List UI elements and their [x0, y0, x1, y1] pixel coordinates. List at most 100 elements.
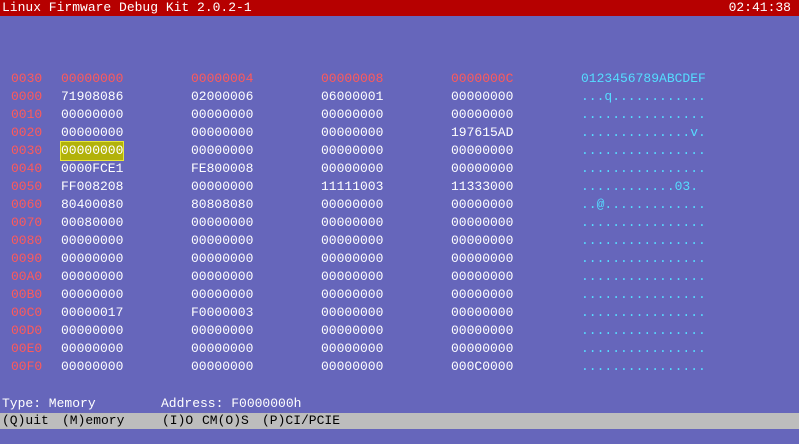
menu-io[interactable]: (I)O [162, 413, 193, 429]
memory-cell[interactable]: 00000000 [451, 196, 513, 214]
memory-cell[interactable]: 00000000 [61, 250, 123, 268]
memory-cell[interactable]: 197615AD [451, 124, 513, 142]
memory-cell[interactable]: 00000000 [451, 250, 513, 268]
memory-cell[interactable]: 02000006 [191, 88, 253, 106]
memory-cell[interactable]: 00000000 [321, 340, 383, 358]
memory-cell[interactable]: 00000000 [451, 268, 513, 286]
memory-cell[interactable]: 06000001 [321, 88, 383, 106]
type-label: Type: Memory [2, 396, 96, 411]
memory-cell[interactable]: 00000000 [191, 358, 253, 376]
menu-memory[interactable]: (M)emory [62, 413, 124, 429]
status-line: Type: Memory Address: F0000000h [0, 396, 301, 412]
memory-cell[interactable]: FF008208 [61, 178, 123, 196]
memory-cell[interactable]: 000C0000 [451, 358, 513, 376]
memory-cell[interactable]: 00000000 [191, 250, 253, 268]
memory-cell[interactable]: 00000000 [191, 178, 253, 196]
memory-cell[interactable]: 00000000 [321, 286, 383, 304]
memory-cell[interactable]: 00000000 [321, 142, 383, 160]
column-header: 00000008 [321, 71, 384, 86]
memory-cell[interactable]: 00000000 [321, 196, 383, 214]
column-header: 00000004 [191, 71, 254, 86]
memory-cell[interactable]: 00000000 [61, 340, 123, 358]
ascii-column: ..............v. [581, 125, 706, 140]
memory-cell[interactable]: 80400080 [61, 196, 123, 214]
memory-cell[interactable]: 00000000 [61, 232, 123, 250]
memory-cell-selected[interactable]: 00000000 [59, 141, 125, 161]
memory-cell[interactable]: 11333000 [451, 178, 513, 196]
ascii-column: ................ [581, 323, 706, 338]
row-offset: 00C0 [11, 305, 43, 320]
memory-cell[interactable]: 00000000 [191, 142, 253, 160]
memory-cell[interactable]: 0000FCE1 [61, 160, 123, 178]
memory-cell[interactable]: 00000000 [321, 322, 383, 340]
memory-cell[interactable]: 11111003 [321, 178, 383, 196]
header-offset: 0030 [11, 71, 43, 86]
row-offset: 0040 [11, 161, 43, 176]
memory-cell[interactable]: 00000000 [451, 88, 513, 106]
memory-cell[interactable]: F0000003 [191, 304, 253, 322]
memory-cell[interactable]: 00000000 [321, 250, 383, 268]
memory-cell[interactable]: 00000000 [61, 358, 123, 376]
memory-cell[interactable]: 00000000 [451, 286, 513, 304]
ascii-column: ................ [581, 341, 706, 356]
row-offset: 0070 [11, 215, 43, 230]
memory-cell[interactable]: 00000000 [321, 358, 383, 376]
memory-cell[interactable]: 00080000 [61, 214, 123, 232]
ascii-column: ................ [581, 143, 706, 158]
row-offset: 0000 [11, 89, 43, 104]
memory-cell[interactable]: 00000000 [451, 304, 513, 322]
memory-cell[interactable]: 00000000 [321, 106, 383, 124]
memory-cell[interactable]: 00000000 [451, 160, 513, 178]
memory-cell[interactable]: 00000000 [61, 268, 123, 286]
row-offset: 0050 [11, 179, 43, 194]
memory-cell[interactable]: 00000000 [321, 160, 383, 178]
memory-cell[interactable]: 00000000 [451, 142, 513, 160]
memory-cell[interactable]: 00000000 [451, 214, 513, 232]
row-offset: 0020 [11, 125, 43, 140]
row-offset: 00A0 [11, 269, 43, 284]
memory-cell[interactable]: 00000000 [191, 286, 253, 304]
memory-cell[interactable]: 00000000 [191, 340, 253, 358]
memory-cell[interactable]: 00000000 [321, 232, 383, 250]
menu-bar: (Q)uit (M)emory (I)O CM(O)S (P)CI/PCIE [0, 413, 799, 429]
memory-cell[interactable]: 00000000 [451, 340, 513, 358]
menu-cmos[interactable]: CM(O)S [202, 413, 249, 429]
row-offset: 00D0 [11, 323, 43, 338]
memory-cell[interactable]: FE800008 [191, 160, 253, 178]
menu-quit[interactable]: (Q)uit [2, 413, 49, 429]
column-header: 0000000C [451, 71, 514, 86]
memory-cell[interactable]: 00000000 [321, 124, 383, 142]
memory-cell[interactable]: 00000000 [321, 268, 383, 286]
ascii-column: ................ [581, 359, 706, 374]
memory-cell[interactable]: 00000017 [61, 304, 123, 322]
row-offset: 0060 [11, 197, 43, 212]
memory-cell[interactable]: 00000000 [451, 232, 513, 250]
ascii-column: ................ [581, 251, 706, 266]
memory-cell[interactable]: 00000000 [61, 322, 123, 340]
menu-pci[interactable]: (P)CI/PCIE [262, 413, 340, 429]
memory-cell[interactable]: 00000000 [191, 124, 253, 142]
ascii-header: 0123456789ABCDEF [581, 71, 706, 86]
memory-cell[interactable]: 80808080 [191, 196, 253, 214]
memory-cell[interactable]: 71908086 [61, 88, 123, 106]
row-offset: 0080 [11, 233, 43, 248]
memory-cell[interactable]: 00000000 [321, 304, 383, 322]
app-title: Linux Firmware Debug Kit 2.0.2-1 [2, 0, 252, 15]
ascii-column: ................ [581, 107, 706, 122]
memory-cell[interactable]: 00000000 [191, 232, 253, 250]
memory-cell[interactable]: 00000000 [61, 286, 123, 304]
memory-cell[interactable]: 00000000 [451, 322, 513, 340]
memory-cell[interactable]: 00000000 [451, 106, 513, 124]
row-offset: 00F0 [11, 359, 43, 374]
memory-cell[interactable]: 00000000 [191, 214, 253, 232]
title-bar: Linux Firmware Debug Kit 2.0.2-1 02:41:3… [0, 0, 799, 16]
row-offset: 0030 [11, 143, 43, 158]
row-offset: 0010 [11, 107, 43, 122]
memory-cell[interactable]: 00000000 [191, 322, 253, 340]
memory-cell[interactable]: 00000000 [191, 106, 253, 124]
memory-cell[interactable]: 00000000 [191, 268, 253, 286]
ascii-column: ................ [581, 269, 706, 284]
memory-cell[interactable]: 00000000 [61, 124, 123, 142]
memory-cell[interactable]: 00000000 [61, 106, 123, 124]
memory-cell[interactable]: 00000000 [321, 214, 383, 232]
